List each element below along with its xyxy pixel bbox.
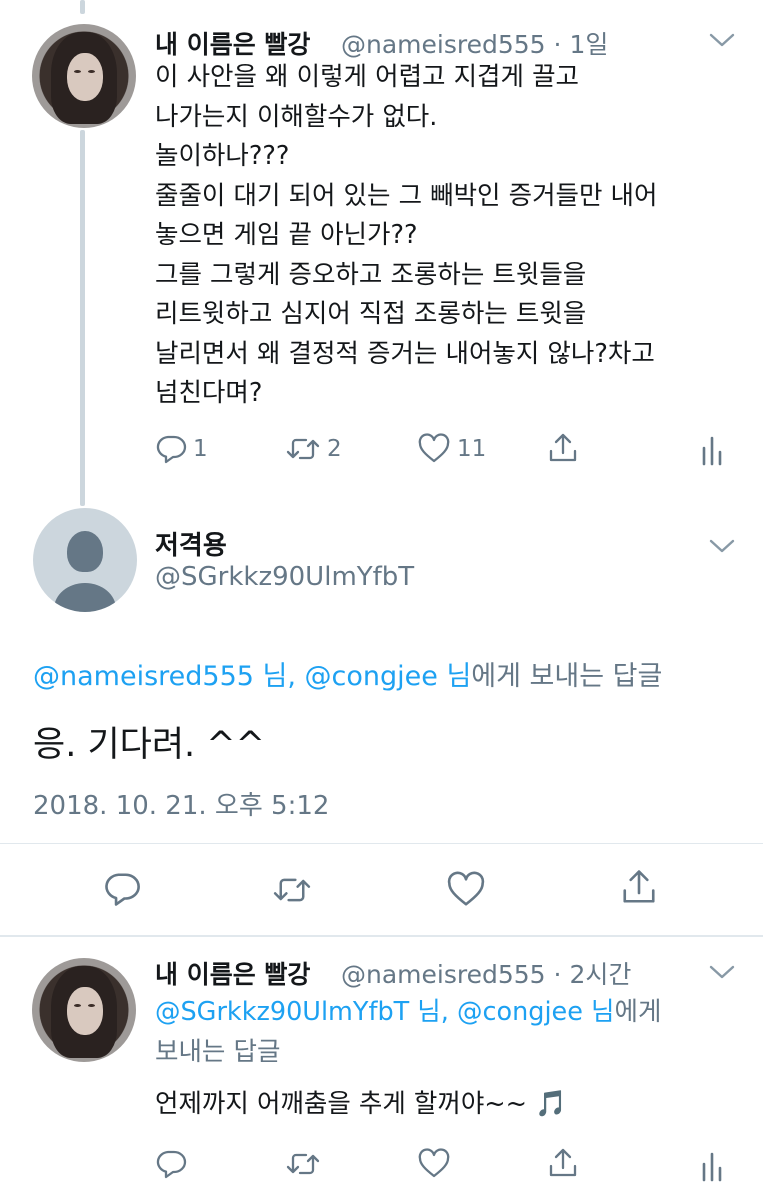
- tweet-text-line: 놀이하나???: [155, 141, 290, 171]
- thread-line-connector: [80, 130, 85, 506]
- share-icon: [549, 1148, 577, 1177]
- thread-line-top: [80, 0, 85, 14]
- reply-context: @nameisred555 님, @congjee 님에게 보내는 답글: [33, 654, 662, 693]
- reply-button[interactable]: [155, 1148, 187, 1180]
- reply-context-line: @SGrkkz90UlmYfbT 님, @congjee 님에게: [155, 993, 661, 1033]
- author-handle-line: @nameisred555 · 1일: [341, 25, 608, 61]
- tweet-time[interactable]: 2시간: [569, 960, 631, 989]
- tweet-text-line: 넘친다며?: [155, 378, 263, 408]
- avatar-default[interactable]: [33, 508, 137, 612]
- reply-button[interactable]: [103, 870, 141, 908]
- tweet-text-line: 놓으면 게임 끝 아닌가??: [155, 220, 418, 250]
- separator: ·: [553, 30, 562, 59]
- retweet-icon: [286, 438, 320, 460]
- heart-icon: [418, 1148, 450, 1178]
- tweet-text-line: 그를 그렇게 증오하고 조롱하는 트윗들을: [155, 259, 587, 290]
- author-name[interactable]: 내 이름은 빨강: [155, 25, 310, 61]
- author-name[interactable]: 내 이름은 빨강: [155, 955, 310, 991]
- author-handle[interactable]: @nameisred555: [341, 30, 546, 59]
- author-handle[interactable]: @nameisred555: [341, 960, 546, 989]
- author-handle-line: @nameisred555 · 2시간: [341, 955, 631, 991]
- retweet-button[interactable]: 2: [285, 433, 342, 465]
- avatar[interactable]: [32, 24, 136, 128]
- reply-button[interactable]: 1: [155, 433, 208, 465]
- mention-link[interactable]: @congjee 님: [457, 997, 615, 1027]
- author-handle[interactable]: @SGrkkz90UlmYfbT: [155, 562, 414, 592]
- reply-context-line: 보내는 답글: [155, 1036, 281, 1067]
- reply-count: 1: [193, 436, 208, 462]
- mention-link[interactable]: @SGrkkz90UlmYfbT 님: [155, 997, 441, 1027]
- divider: [0, 935, 763, 937]
- heart-icon: [447, 871, 485, 906]
- share-icon: [549, 433, 577, 462]
- share-icon: [623, 870, 655, 903]
- tweet-text: 응. 기다려. ^^: [33, 725, 265, 765]
- share-button[interactable]: [547, 431, 579, 465]
- like-button[interactable]: [417, 1148, 451, 1180]
- timestamp[interactable]: 2018. 10. 21. 오후 5:12: [33, 785, 329, 822]
- tweet-time[interactable]: 1일: [569, 30, 608, 59]
- tweet-text: 이 사안을 왜 이렇게 어렵고 지겹게 끌고 나가는지 이해할수가 없다. 놀이…: [155, 58, 657, 414]
- tweet-text: 언제까지 어깨춤을 추게 할꺼야~~ 🎵: [155, 1089, 567, 1119]
- analytics-icon: [702, 1152, 722, 1182]
- reply-context: @SGrkkz90UlmYfbT 님, @congjee 님에게 보내는 답글: [155, 993, 661, 1072]
- chevron-down-icon[interactable]: [707, 962, 737, 982]
- reply-icon: [156, 1150, 187, 1179]
- tweet-text-line: 리트윗하고 심지어 직접 조롱하는 트윗을: [155, 299, 587, 329]
- avatar[interactable]: [32, 958, 136, 1062]
- tweet-text-line: 줄줄이 대기 되어 있는 그 빼박인 증거들만 내어: [155, 180, 658, 211]
- tweet-text-line: 이 사안을 왜 이렇게 어렵고 지겹게 끌고: [155, 62, 579, 92]
- retweet-icon: [286, 1153, 320, 1175]
- heart-icon: [418, 433, 450, 463]
- reply-suffix: 에게: [614, 997, 662, 1027]
- analytics-icon: [702, 436, 722, 466]
- reply-suffix: 에게 보내는 답글: [471, 661, 663, 692]
- share-button[interactable]: [620, 866, 658, 908]
- reply-icon: [156, 435, 187, 464]
- tweet-text-line: 나가는지 이해할수가 없다.: [155, 101, 438, 132]
- mention-separator: ,: [440, 997, 457, 1027]
- retweet-button[interactable]: [270, 872, 314, 908]
- analytics-button[interactable]: [700, 1150, 724, 1182]
- mention-separator: ,: [287, 661, 305, 692]
- retweet-count: 2: [327, 436, 342, 462]
- like-count: 11: [457, 436, 487, 462]
- analytics-button[interactable]: [700, 434, 724, 466]
- like-button[interactable]: [445, 871, 487, 909]
- share-button[interactable]: [547, 1146, 579, 1180]
- chevron-down-icon[interactable]: [707, 536, 737, 556]
- reply-icon: [105, 873, 140, 906]
- separator: ·: [553, 960, 562, 989]
- chevron-down-icon[interactable]: [707, 30, 737, 50]
- retweet-button[interactable]: [285, 1148, 321, 1180]
- like-button[interactable]: 11: [417, 433, 486, 465]
- mention-link[interactable]: @nameisred555 님: [33, 661, 287, 692]
- author-name[interactable]: 저격용: [155, 525, 227, 562]
- tweet-text-line: 날리면서 왜 결정적 증거는 내어놓지 않나?차고: [155, 338, 655, 369]
- divider: [0, 843, 763, 844]
- mention-link[interactable]: @congjee 님: [305, 661, 472, 692]
- retweet-icon: [273, 878, 311, 902]
